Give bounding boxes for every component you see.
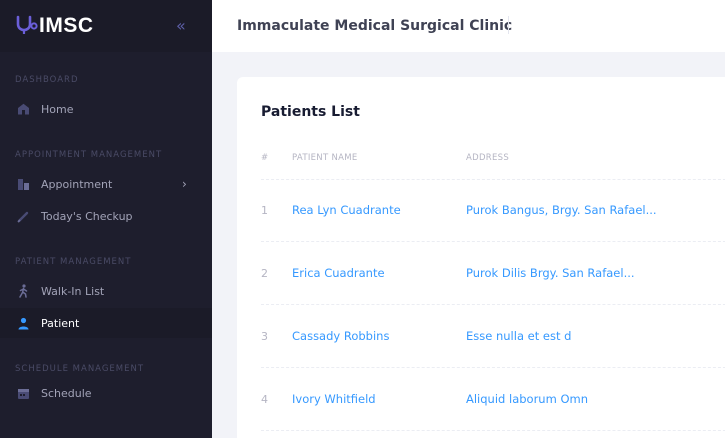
section-title-dashboard: DASHBOARD [15, 75, 79, 85]
brand-name: IMSC [39, 14, 94, 37]
patient-name-link[interactable]: Cassady Robbins [292, 329, 389, 343]
section-title-appointment-management: APPOINTMENT MANAGEMENT [15, 150, 163, 160]
sidebar-item-patient[interactable]: Patient [0, 308, 212, 338]
column-header-patient-name[interactable]: PATIENT NAME [292, 153, 358, 163]
appointment-icon [16, 177, 30, 191]
row-number: 4 [261, 393, 268, 406]
sidebar-item-walk-in-list[interactable]: Walk-In List [0, 276, 212, 306]
row-divider [261, 430, 725, 431]
row-number: 1 [261, 204, 268, 217]
walking-person-icon [16, 284, 30, 298]
row-divider [261, 304, 725, 305]
column-header-number[interactable]: # [261, 153, 268, 163]
sidebar-item-schedule[interactable]: Schedule [0, 378, 212, 408]
row-divider [261, 241, 725, 242]
section-title-patient-management: PATIENT MANAGEMENT [15, 257, 132, 267]
sidebar-item-label: Schedule [41, 386, 92, 400]
brand: IMSC « [0, 0, 212, 52]
row-divider [261, 367, 725, 368]
row-number: 2 [261, 267, 268, 280]
column-header-address[interactable]: ADDRESS [466, 153, 509, 163]
sidebar-item-appointment[interactable]: Appointment › [0, 169, 212, 199]
home-icon [16, 102, 30, 116]
double-chevron-left-icon[interactable]: « [176, 16, 186, 35]
sidebar-item-label: Patient [41, 316, 80, 330]
patients-list-card: Patients List # PATIENT NAME ADDRESS 1 R… [237, 77, 725, 438]
section-title-schedule-management: SCHEDULE MANAGEMENT [15, 364, 145, 374]
pencil-icon [16, 209, 30, 223]
patient-address-link[interactable]: Esse nulla et est d [466, 329, 571, 343]
patient-name-link[interactable]: Ivory Whitfield [292, 392, 376, 406]
page-title: Immaculate Medical Surgical Clinic [237, 18, 513, 34]
patient-address-link[interactable]: Purok Dilis Brgy. San Rafael... [466, 266, 635, 280]
row-divider [261, 179, 725, 180]
row-number: 3 [261, 330, 268, 343]
header-divider [508, 16, 509, 34]
card-title: Patients List [261, 104, 360, 120]
patient-address-link[interactable]: Aliquid laborum Omn [466, 392, 588, 406]
sidebar: IMSC « DASHBOARD Home APPOINTMENT MANAGE… [0, 0, 212, 438]
sidebar-item-label: Today's Checkup [41, 209, 133, 223]
sidebar-item-home[interactable]: Home [0, 94, 212, 124]
calendar-icon [16, 386, 30, 400]
sidebar-item-label: Walk-In List [41, 284, 105, 298]
sidebar-item-label: Home [41, 102, 74, 116]
brand-logo[interactable]: IMSC [14, 14, 94, 38]
stethoscope-icon [16, 15, 38, 34]
user-icon [16, 316, 30, 330]
patient-address-link[interactable]: Purok Bangus, Brgy. San Rafael... [466, 203, 657, 217]
sidebar-item-label: Appointment [41, 177, 113, 191]
patient-name-link[interactable]: Erica Cuadrante [292, 266, 385, 280]
chevron-right-icon: › [182, 177, 187, 191]
sidebar-item-todays-checkup[interactable]: Today's Checkup [0, 201, 212, 231]
patient-name-link[interactable]: Rea Lyn Cuadrante [292, 203, 401, 217]
top-header: Immaculate Medical Surgical Clinic [212, 0, 725, 52]
